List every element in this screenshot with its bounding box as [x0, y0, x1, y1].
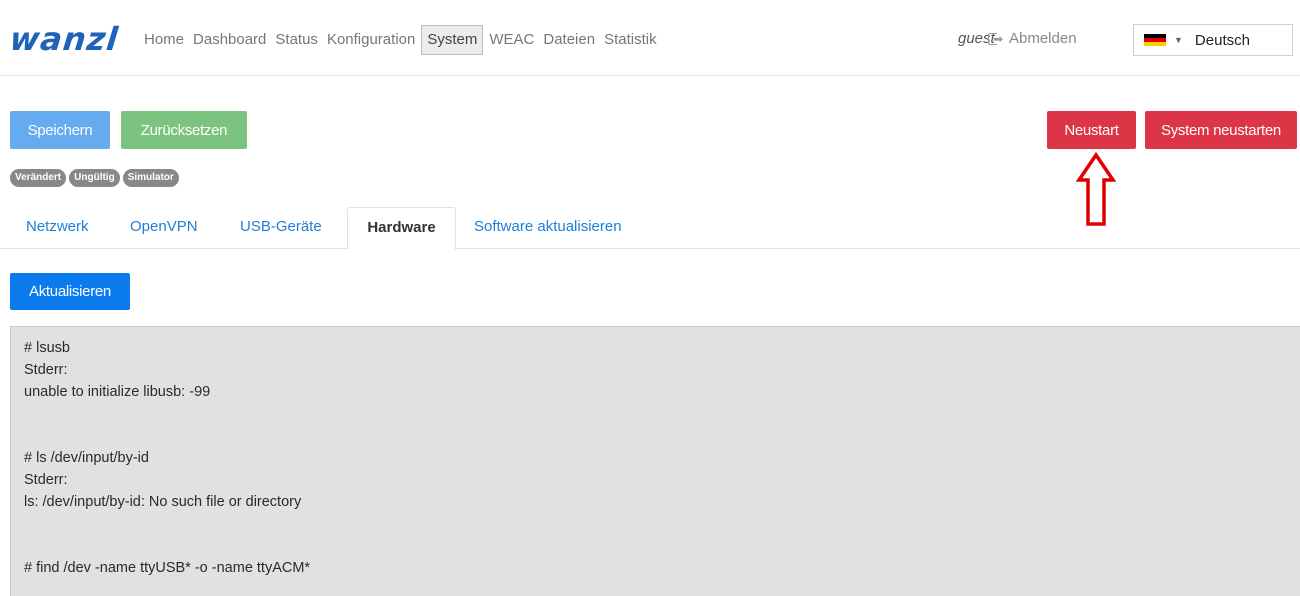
german-flag-icon: [1144, 34, 1166, 46]
output-line: ls: /dev/input/by-id: No such file or di…: [24, 494, 302, 510]
chevron-down-icon: ▼: [1174, 35, 1183, 45]
language-label: Deutsch: [1194, 31, 1250, 49]
output-line: Stderr:: [24, 472, 68, 488]
tab-software-update[interactable]: Software aktualisieren: [474, 207, 622, 249]
refresh-button[interactable]: Aktualisieren: [10, 273, 130, 310]
output-line: # find /dev -name ttyUSB* -o -name ttyAC…: [24, 560, 311, 576]
hardware-output: # lsusb Stderr: unable to initialize lib…: [10, 326, 1300, 596]
output-line: # ls /dev/input/by-id: [24, 450, 149, 466]
restart-button[interactable]: Neustart: [1047, 111, 1136, 149]
badge-invalid: Ungültig: [69, 169, 120, 187]
top-navbar: wanzl Home Dashboard Status Konfiguratio…: [0, 0, 1300, 76]
output-line: Stderr:: [24, 362, 68, 378]
output-line: unable to initialize libusb: -99: [24, 384, 211, 400]
system-tabs: Netzwerk OpenVPN USB-Geräte Hardware Sof…: [0, 207, 1300, 250]
nav-dateien[interactable]: Dateien: [540, 26, 598, 54]
nav-weac[interactable]: WEAC: [486, 26, 537, 54]
save-button[interactable]: Speichern: [10, 111, 110, 149]
nav-konfiguration[interactable]: Konfiguration: [324, 26, 418, 54]
tab-netzwerk[interactable]: Netzwerk: [26, 207, 89, 249]
reset-button[interactable]: Zurücksetzen: [121, 111, 247, 149]
logout-icon: ➡: [988, 32, 1004, 46]
tab-openvpn[interactable]: OpenVPN: [130, 207, 198, 249]
logout-link[interactable]: ➡ Abmelden: [988, 30, 1077, 47]
badge-simulator: Simulator: [122, 169, 179, 187]
main-nav: Home Dashboard Status Konfiguration Syst…: [141, 19, 663, 61]
status-badges: Verändert Ungültig Simulator: [10, 169, 179, 187]
nav-dashboard[interactable]: Dashboard: [190, 26, 269, 54]
nav-system[interactable]: System: [421, 25, 484, 55]
tab-usb-geraete[interactable]: USB-Geräte: [240, 207, 322, 249]
system-restart-button[interactable]: System neustarten: [1145, 111, 1297, 149]
badge-changed: Verändert: [10, 169, 67, 187]
nav-home[interactable]: Home: [141, 26, 187, 54]
nav-status[interactable]: Status: [272, 26, 321, 54]
nav-statistik[interactable]: Statistik: [601, 26, 660, 54]
wanzl-logo[interactable]: wanzl: [8, 19, 121, 59]
logout-label: Abmelden: [1009, 30, 1077, 47]
tab-hardware[interactable]: Hardware: [347, 207, 456, 250]
output-line: # lsusb: [24, 340, 70, 356]
language-select[interactable]: ▼ Deutsch: [1133, 24, 1293, 56]
